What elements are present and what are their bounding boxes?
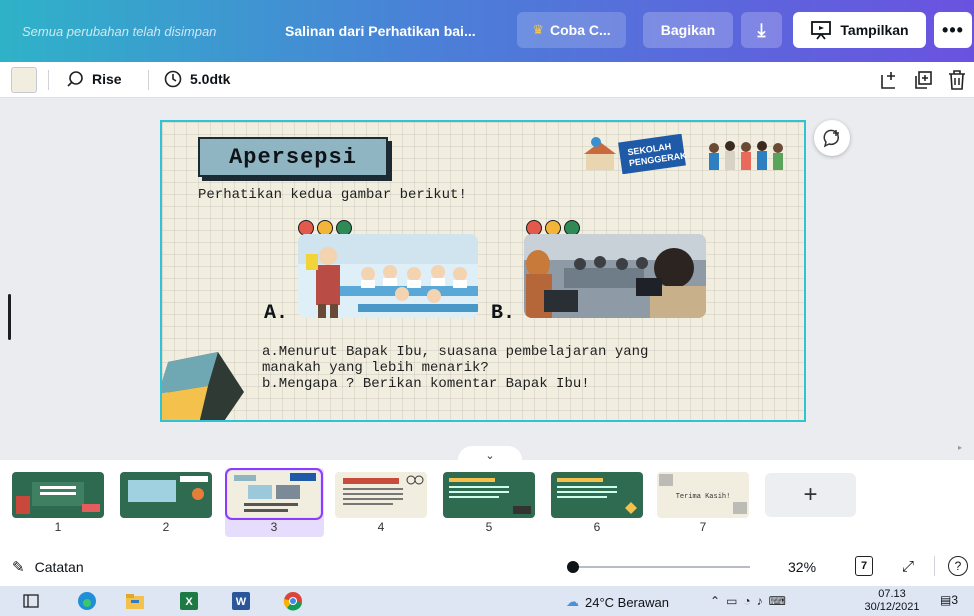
divider: [934, 556, 935, 576]
background-color-swatch[interactable]: [11, 67, 37, 93]
animation-button[interactable]: Rise: [66, 70, 122, 88]
comment-icon: [823, 129, 839, 148]
edge-browser-icon[interactable]: [76, 591, 98, 611]
share-button[interactable]: Bagikan: [643, 12, 733, 48]
duration-button[interactable]: 5.0dtk: [164, 70, 230, 88]
page-thumbnail[interactable]: Terima Kasih!: [657, 472, 749, 518]
add-page-icon[interactable]: [878, 69, 900, 91]
page-thumbnail[interactable]: [335, 472, 427, 518]
try-pro-button[interactable]: ♛ Coba C...: [517, 12, 626, 48]
weather-widget[interactable]: ☁ 24°C Berawan: [566, 594, 669, 610]
page-filmstrip: 1 2 3 4 5 6 Terima Kasih! 7 +: [0, 460, 974, 546]
weather-text: 24°C Berawan: [585, 594, 669, 610]
animation-label: Rise: [92, 71, 122, 87]
clock-date: 30/12/2021: [864, 601, 920, 613]
more-button[interactable]: •••: [934, 12, 972, 48]
present-button[interactable]: Tampilkan: [793, 12, 926, 48]
page-number: 1: [54, 520, 62, 534]
chevron-up-icon: ⌃: [710, 594, 727, 608]
canvas-area: Apersepsi SEKOLAH PENGGERAK Perhatikan k…: [0, 98, 974, 464]
notes-icon: ✎: [12, 559, 25, 576]
slide-title[interactable]: Apersepsi: [198, 137, 388, 177]
label-a[interactable]: A.: [264, 302, 288, 325]
present-icon: [811, 21, 832, 40]
fullscreen-icon[interactable]: ⤢: [898, 556, 918, 576]
system-tray-icons[interactable]: ⌃▭◔♪⌨: [710, 594, 792, 608]
slide-canvas[interactable]: Apersepsi SEKOLAH PENGGERAK Perhatikan k…: [160, 120, 806, 422]
present-label: Tampilkan: [840, 22, 909, 38]
label-b[interactable]: B.: [491, 302, 515, 325]
zoom-slider-handle[interactable]: [567, 561, 579, 573]
page-thumbnail[interactable]: [225, 468, 323, 520]
save-status: Semua perubahan telah disimpan: [22, 24, 217, 39]
svg-text:W: W: [236, 596, 247, 608]
volume-icon: ♪: [756, 594, 769, 608]
page-thumbnail[interactable]: [551, 472, 643, 518]
download-button[interactable]: ⤓: [741, 12, 782, 48]
notification-center[interactable]: ▤3: [940, 593, 958, 607]
page-thumbnail[interactable]: [443, 472, 535, 518]
page-number: 7: [699, 520, 707, 534]
task-view-icon[interactable]: [20, 591, 42, 611]
page-number: 3: [270, 520, 278, 534]
notification-count: 3: [951, 593, 959, 607]
chrome-icon[interactable]: [282, 591, 304, 611]
file-explorer-icon[interactable]: [124, 591, 146, 611]
add-page-button[interactable]: +: [765, 473, 856, 517]
notification-icon: ▤: [940, 593, 952, 607]
battery-icon: ▭: [726, 594, 744, 608]
divider: [148, 70, 149, 90]
animation-icon: [67, 71, 83, 87]
editor-toolbar: Rise 5.0dtk: [0, 62, 974, 98]
page-number: 4: [377, 520, 385, 534]
wifi-icon: ◔: [743, 594, 757, 608]
sekolah-penggerak-logo: SEKOLAH PENGGERAK: [584, 134, 783, 174]
top-bar: Semua perubahan telah disimpan Salinan d…: [0, 0, 974, 62]
try-pro-label: Coba C...: [549, 22, 611, 38]
classroom-tablet-photo[interactable]: [524, 234, 706, 318]
svg-text:X: X: [185, 596, 193, 608]
page-number: 6: [593, 520, 601, 534]
side-panel-handle[interactable]: [8, 294, 11, 340]
slide-question-text[interactable]: a.Menurut Bapak Ibu, suasana pembelajara…: [262, 344, 648, 392]
windows-taskbar: X W ☁ 24°C Berawan ⌃▭◔♪⌨ 07.13 30/12/202…: [0, 586, 974, 616]
question-a-line2: manakah yang lebih menarik?: [262, 360, 489, 376]
divider: [48, 70, 49, 90]
download-icon: ⤓: [757, 19, 766, 40]
excel-icon[interactable]: X: [178, 591, 200, 611]
zoom-level[interactable]: 32%: [788, 559, 816, 575]
cloud-icon: ☁: [566, 594, 579, 609]
question-b: b.Mengapa ? Berikan komentar Bapak Ibu!: [262, 376, 590, 392]
clock-time: 07.13: [878, 588, 906, 600]
svg-text:Terima Kasih!: Terima Kasih!: [676, 493, 731, 501]
add-comment-button[interactable]: [814, 120, 850, 156]
clock-icon: [164, 70, 182, 88]
crown-icon: ♛: [532, 22, 544, 37]
document-title[interactable]: Salinan dari Perhatikan bai...: [285, 23, 476, 39]
page-count-icon[interactable]: 7: [855, 556, 873, 576]
word-icon[interactable]: W: [230, 591, 252, 611]
page-number: 2: [162, 520, 170, 534]
zoom-slider[interactable]: [572, 566, 750, 568]
help-icon[interactable]: ?: [948, 556, 968, 576]
slide-intro-text[interactable]: Perhatikan kedua gambar berikut!: [198, 187, 467, 203]
page-number: 5: [485, 520, 493, 534]
page-thumbnail[interactable]: [120, 472, 212, 518]
duration-label: 5.0dtk: [190, 71, 231, 87]
keyboard-icon: ⌨: [768, 594, 792, 608]
classroom-illustration[interactable]: [298, 234, 478, 318]
duplicate-page-icon[interactable]: [912, 69, 934, 91]
scroll-right-icon[interactable]: ▸: [958, 443, 962, 452]
question-a-line1: a.Menurut Bapak Ibu, suasana pembelajara…: [262, 344, 649, 360]
hexagon-decoration: [162, 352, 244, 420]
editor-footer: ✎ Catatan 32% 7 ⤢ ?: [0, 546, 974, 586]
notes-label: Catatan: [34, 559, 84, 575]
notes-button[interactable]: ✎ Catatan: [12, 558, 84, 576]
clock[interactable]: 07.13 30/12/2021: [862, 588, 922, 614]
page-thumbnail[interactable]: [12, 472, 104, 518]
delete-page-icon[interactable]: [946, 69, 968, 91]
